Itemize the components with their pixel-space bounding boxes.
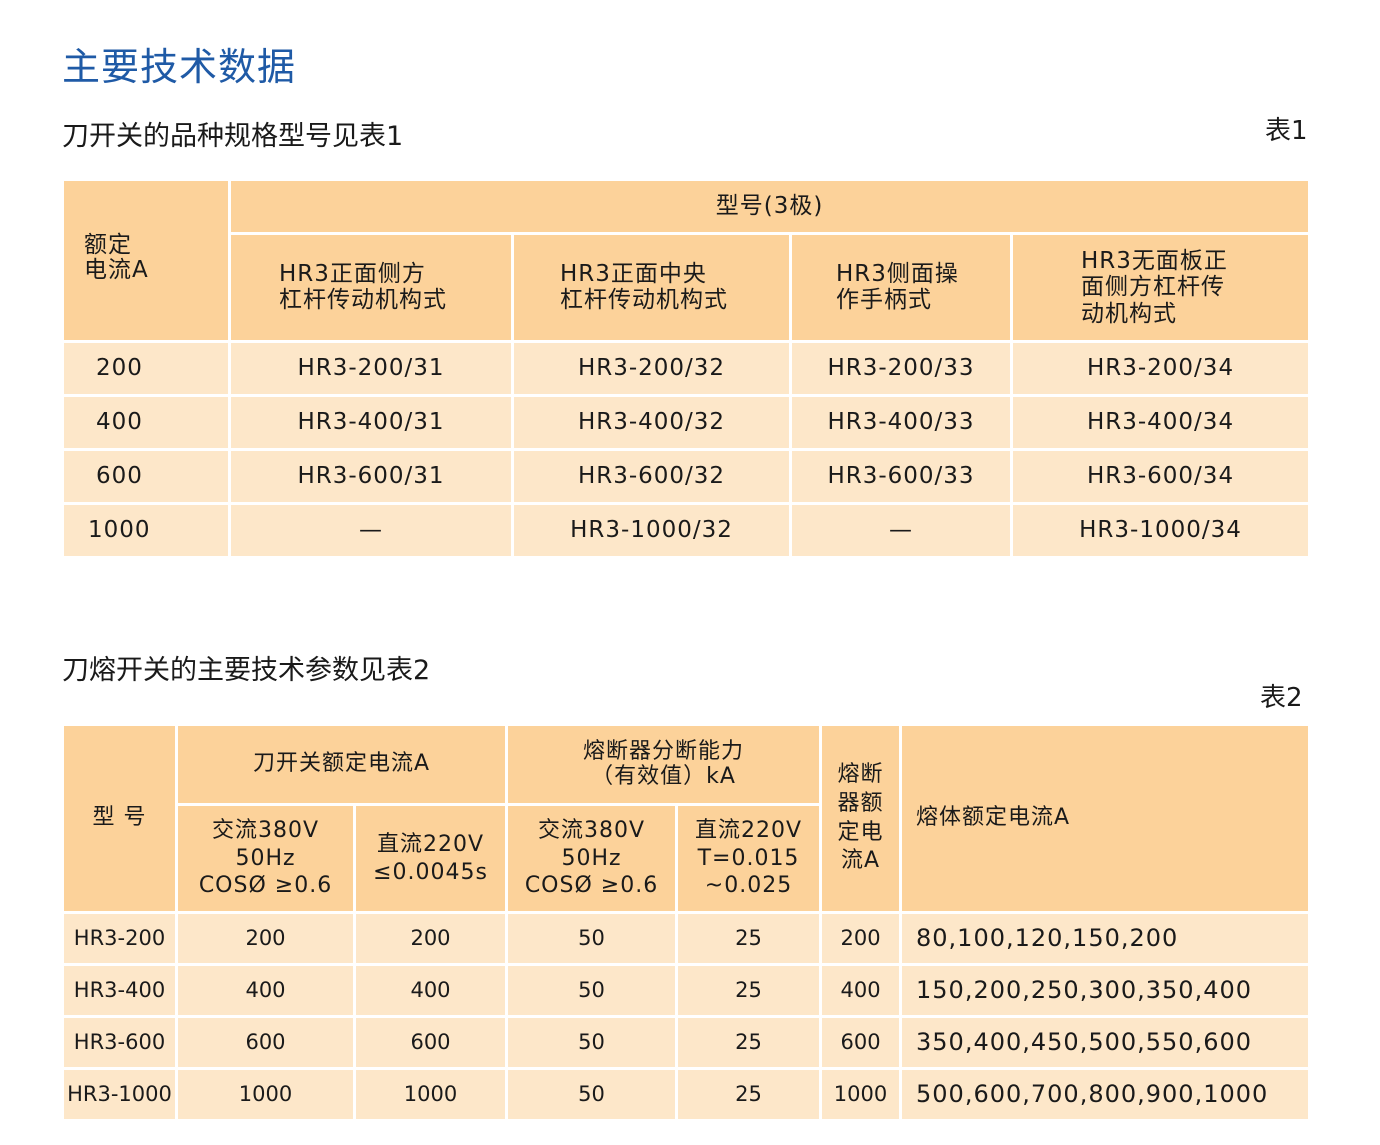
dc-breaking-cell: 25 [674,911,823,966]
header-col-no-panel: HR3无面板正 面侧方杠杆传 动机构式 [1009,232,1312,343]
model-cell: HR3-600/34 [1009,448,1312,505]
page-title: 主要技术数据 [62,45,297,89]
model-cell: HR3-400/33 [789,394,1013,451]
model-cell: — [228,502,514,559]
fuse-current-cell: 200 [819,911,903,966]
model-cell: HR3-200 [61,911,178,966]
model-cell: HR3-200/32 [511,340,792,397]
model-cell: HR3-600 [61,1015,178,1070]
table-1-label: 表1 [1265,116,1308,146]
model-cell: HR3-1000 [61,1067,178,1122]
header-ac-380v-breaking: 交流380V 50Hz COSØ ≥0.6 [505,803,678,914]
header-rated-current: 额定 电流A [61,178,231,343]
ac-current-cell: 200 [175,911,356,966]
header-fuse-rated-current: 熔断 器额 定电 流A [819,723,903,914]
ac-breaking-cell: 50 [505,1067,678,1122]
model-cell: HR3-400 [61,963,178,1018]
header-col-front-center-lever: HR3正面中央 杠杆传动机构式 [511,232,792,343]
table-2-label: 表2 [1260,683,1303,713]
model-cell: HR3-400/34 [1009,394,1312,451]
melt-current-cell: 500,600,700,800,900,1000 [899,1067,1312,1122]
fuse-current-cell: 600 [819,1015,903,1070]
model-cell: HR3-600/31 [228,448,514,505]
model-spec-table: 额定 电流A 型号(3极) HR3正面侧方 杠杆传动机构式 HR3正面中央 杠杆… [61,178,1312,559]
model-cell: HR3-200/31 [228,340,514,397]
header-dc-220v-breaking: 直流220V T=0.015 ~0.025 [674,803,823,914]
table-row: HR3-1000 1000 1000 50 25 1000 500,600,70… [61,1067,1312,1122]
model-cell: HR3-1000/32 [511,502,792,559]
row-current: 200 [61,340,231,397]
table-row: 200 HR3-200/31 HR3-200/32 HR3-200/33 HR3… [61,340,1312,397]
model-cell: HR3-1000/34 [1009,502,1312,559]
header-col-side-handle: HR3侧面操 作手柄式 [789,232,1013,343]
model-cell: HR3-400/32 [511,394,792,451]
dc-current-cell: 400 [353,963,508,1018]
section-2-title: 刀熔开关的主要技术参数见表2 [62,655,431,686]
ac-current-cell: 400 [175,963,356,1018]
fuse-current-cell: 400 [819,963,903,1018]
ac-current-cell: 1000 [175,1067,356,1122]
table-row: HR3-600 600 600 50 25 600 350,400,450,50… [61,1015,1312,1070]
header-dc-220v-switch: 直流220V ≤0.0045s [353,803,508,914]
fuse-current-cell: 1000 [819,1067,903,1122]
table-row: 600 HR3-600/31 HR3-600/32 HR3-600/33 HR3… [61,448,1312,505]
model-cell: HR3-200/34 [1009,340,1312,397]
dc-current-cell: 1000 [353,1067,508,1122]
ac-breaking-cell: 50 [505,963,678,1018]
header-ac-380v-switch: 交流380V 50Hz COSØ ≥0.6 [175,803,356,914]
header-model-3pole: 型号(3极) [227,178,1312,235]
row-current: 600 [61,448,231,505]
model-cell: HR3-400/31 [228,394,514,451]
header-model: 型 号 [61,723,178,914]
ac-breaking-cell: 50 [505,911,678,966]
dc-current-cell: 200 [353,911,508,966]
model-cell: HR3-600/32 [511,448,792,505]
dc-breaking-cell: 25 [674,1067,823,1122]
model-cell: HR3-600/33 [789,448,1013,505]
header-breaking-capacity: 熔断器分断能力 （有效值）kA [504,723,823,806]
table-row: 1000 — HR3-1000/32 — HR3-1000/34 [61,502,1312,559]
row-current: 1000 [61,502,231,559]
ac-current-cell: 600 [175,1015,356,1070]
model-cell: — [789,502,1013,559]
table-row: HR3-400 400 400 50 25 400 150,200,250,30… [61,963,1312,1018]
dc-current-cell: 600 [353,1015,508,1070]
fuse-switch-params-table: 型 号 刀开关额定电流A 熔断器分断能力 （有效值）kA 熔断 器额 定电 流A… [61,723,1312,1122]
header-switch-rated-current: 刀开关额定电流A [175,723,508,806]
row-current: 400 [61,394,231,451]
model-cell: HR3-200/33 [789,340,1013,397]
section-1-title: 刀开关的品种规格型号见表1 [62,121,404,152]
header-melt-rated-current: 熔体额定电流A [899,723,1312,914]
dc-breaking-cell: 25 [674,1015,823,1070]
melt-current-cell: 350,400,450,500,550,600 [899,1015,1312,1070]
dc-breaking-cell: 25 [674,963,823,1018]
melt-current-cell: 80,100,120,150,200 [899,911,1312,966]
table-row: 400 HR3-400/31 HR3-400/32 HR3-400/33 HR3… [61,394,1312,451]
header-col-front-side-lever: HR3正面侧方 杠杆传动机构式 [228,232,514,343]
melt-current-cell: 150,200,250,300,350,400 [899,963,1312,1018]
table-row: HR3-200 200 200 50 25 200 80,100,120,150… [61,911,1312,966]
ac-breaking-cell: 50 [505,1015,678,1070]
